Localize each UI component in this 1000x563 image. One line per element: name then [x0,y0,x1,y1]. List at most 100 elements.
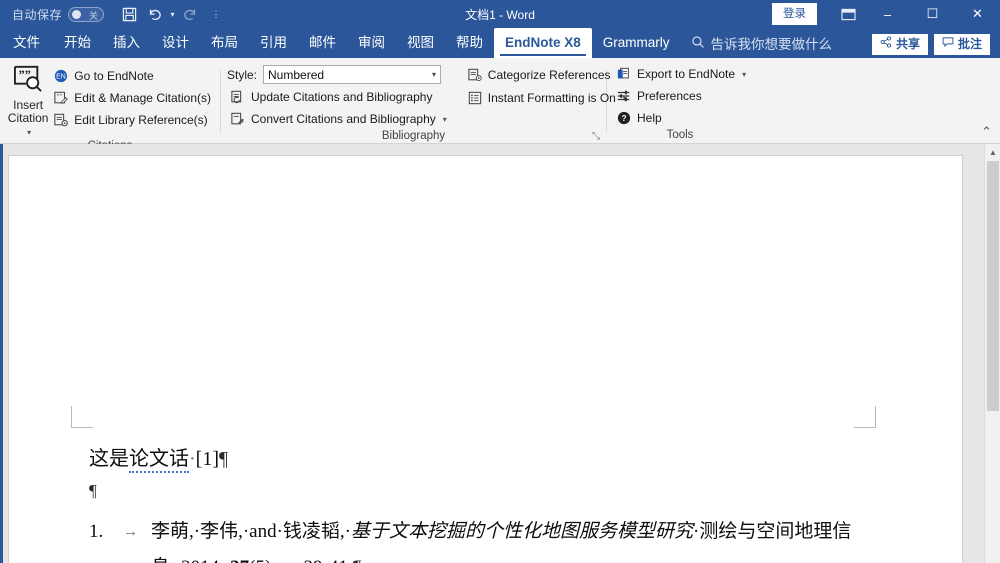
citations-commands: EN Go to EndNote ”” Edit & Manage Citati… [50,63,214,130]
comments-label: 批注 [957,37,982,51]
go-to-endnote-label: Go to EndNote [74,69,154,83]
tab-home[interactable]: 开始 [53,28,102,58]
chevron-down-icon[interactable]: ▾ [432,70,436,79]
bibliography-left-column: Style: Numbered ▾ Update Citations and B… [227,64,450,129]
insert-citation-icon: ”” [13,65,43,96]
bibliography-entry[interactable]: 1. → 李萌,·李伟,·and·钱凌韬,·基于文本挖掘的个性化地图服务模型研究… [89,514,902,563]
document-page[interactable]: 这是论文话·[1]¶ ¶ 1. → 李萌,·李伟,·and·钱凌韬,·基于文本挖… [8,155,963,563]
group-label-tools: Tools [666,129,694,141]
undo-icon[interactable] [142,2,168,26]
tab-endnote-x8[interactable]: EndNote X8 [494,28,592,58]
bibliography-dialog-launcher[interactable]: ⤡ [590,131,602,143]
tab-view[interactable]: 视图 [396,28,445,58]
share-label: 共享 [895,37,920,51]
space-mark: · [189,448,196,470]
insert-citation-caret[interactable]: ▾ [27,128,31,137]
customize-quick-access-icon[interactable]: ⋮ [203,2,229,26]
close-button[interactable]: ✕ [955,0,1000,28]
tab-bar-actions: 共享 批注 [871,34,1000,58]
help-button[interactable]: ? Help [613,108,749,128]
instant-formatting-icon [467,90,483,106]
scrollbar-thumb[interactable] [987,161,999,411]
bibliography-number: 1. [89,521,104,542]
pilcrow-mark: ¶ [219,448,229,470]
paragraph-empty-1: ¶ [89,474,902,508]
tab-insert[interactable]: 插入 [102,28,151,58]
tab-mailings[interactable]: 邮件 [298,28,347,58]
style-label: Style: [227,67,258,82]
undo-dropdown-caret[interactable]: ▾ [168,2,177,26]
collapse-ribbon-icon[interactable]: ⌃ [981,124,992,140]
tab-file[interactable]: 文件 [0,28,53,58]
update-citations-bibliography-label: Update Citations and Bibliography [251,90,433,104]
go-to-endnote-button[interactable]: EN Go to EndNote [50,66,214,86]
title-bar-right: 登录 – ☐ ✕ [772,0,1000,28]
tab-grammarly[interactable]: Grammarly [592,28,681,58]
tools-commands: Export to EndNote ▾ Preferences ? Help [613,64,749,128]
export-to-endnote-icon [616,66,632,82]
categorize-references-button[interactable]: Categorize References ▾ [464,65,630,85]
instant-formatting-button[interactable]: Instant Formatting is On ▾ [464,88,630,108]
citation-marker[interactable]: [1] [196,448,219,470]
convert-citations-bibliography-button[interactable]: Convert Citations and Bibliography ▾ [227,109,450,129]
edit-manage-citations-button[interactable]: ”” Edit & Manage Citation(s) [50,88,214,108]
comment-icon [942,36,954,53]
sign-in-button[interactable]: 登录 [772,3,817,25]
vertical-scrollbar[interactable]: ▲ [984,144,1000,563]
edit-library-references-button[interactable]: Edit Library Reference(s) [50,110,214,130]
autosave-toggle[interactable]: 关 [68,6,105,22]
preferences-button[interactable]: Preferences [613,86,749,106]
help-icon: ? [616,110,632,126]
export-to-endnote-label: Export to EndNote [637,67,736,81]
tab-mark: → [123,524,138,540]
preferences-icon [616,88,632,104]
share-icon [880,36,892,53]
insert-citation-button[interactable]: ”” Insert Citation ▾ [6,63,50,139]
tab-references[interactable]: 引用 [249,28,298,58]
style-combobox[interactable]: Numbered ▾ [263,65,442,84]
group-label-bibliography: Bibliography ⤡ [381,130,602,143]
ribbon-group-citations: ”” Insert Citation ▾ EN Go to EndNote ””… [0,58,220,152]
minimize-button[interactable]: – [865,0,910,28]
tab-review[interactable]: 审阅 [347,28,396,58]
bibliography-volume: 37 [230,557,249,563]
tab-help[interactable]: 帮助 [445,28,494,58]
edit-library-icon [53,112,69,128]
instant-formatting-label: Instant Formatting is On [487,91,616,105]
scroll-up-button[interactable]: ▲ [985,144,1000,161]
bibliography-title: 基于文本挖掘的个性化地图服务模型研究 [351,521,694,542]
convert-citations-caret[interactable]: ▾ [443,115,447,124]
share-button[interactable]: 共享 [871,34,928,55]
document-text-body[interactable]: 这是论文话·[1]¶ ¶ 1. → 李萌,·李伟,·and·钱凌韬,·基于文本挖… [89,444,902,563]
quick-access-toolbar: 自动保存 关 ▾ ⋮ [0,2,229,26]
autosave-toggle-knob [72,9,82,19]
style-selector[interactable]: Style: Numbered ▾ [227,64,450,85]
insert-citation-label-line2: Citation ▾ [7,111,49,138]
title-bar: 自动保存 关 ▾ ⋮ 文档1 - Word 登录 – ☐ ✕ [0,0,1000,28]
tab-design[interactable]: 设计 [151,28,200,58]
categorize-references-label: Categorize References [487,68,611,82]
svg-text:EN: EN [56,74,66,81]
pilcrow-mark: ¶ [89,481,97,500]
tab-layout[interactable]: 布局 [200,28,249,58]
update-citations-bibliography-button[interactable]: Update Citations and Bibliography [227,87,450,107]
ribbon-display-options-icon[interactable] [831,0,865,28]
margin-mark-top-left [71,406,93,428]
update-bibliography-icon [230,89,246,105]
export-to-endnote-caret[interactable]: ▾ [742,70,746,79]
autosave-state-label: 关 [89,10,99,21]
misspelled-word: 论文话 [129,448,189,473]
edit-citation-icon: ”” [53,90,69,106]
ribbon: ”” Insert Citation ▾ EN Go to EndNote ””… [0,58,1000,152]
save-icon[interactable] [116,2,142,26]
edit-library-references-label: Edit Library Reference(s) [74,113,208,127]
edit-manage-citations-label: Edit & Manage Citation(s) [74,91,211,105]
export-to-endnote-button[interactable]: Export to EndNote ▾ [613,64,749,84]
redo-icon[interactable] [177,2,203,26]
ribbon-tab-bar: 文件 开始 插入 设计 布局 引用 邮件 审阅 视图 帮助 EndNote X8… [0,28,1000,58]
autosave-label: 自动保存 [12,7,63,22]
tell-me-search[interactable]: 告诉我你想要做什么 [681,28,832,58]
comments-button[interactable]: 批注 [933,34,990,55]
paragraph-1-prefix: 这是 [89,448,129,470]
maximize-button[interactable]: ☐ [910,0,955,28]
